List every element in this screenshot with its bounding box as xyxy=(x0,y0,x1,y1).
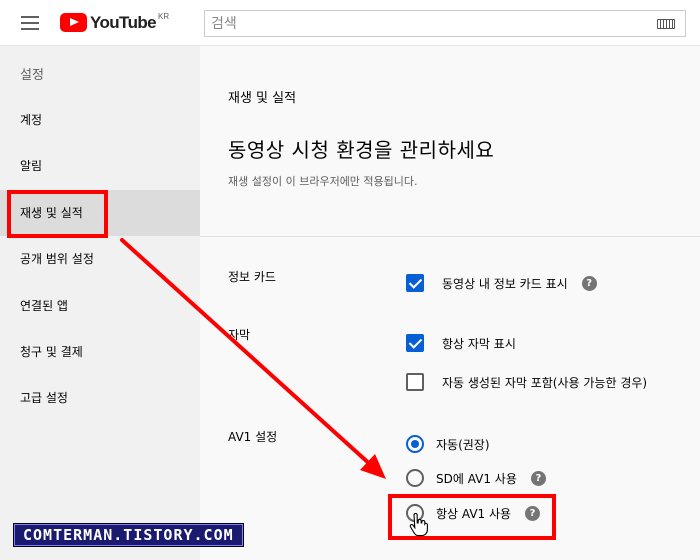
sidebar-item-advanced[interactable]: 고급 설정 xyxy=(0,375,200,421)
sidebar-item-privacy[interactable]: 공개 범위 설정 xyxy=(0,236,200,282)
search-input[interactable] xyxy=(205,11,645,36)
always-captions-checkbox[interactable] xyxy=(406,334,424,352)
divider xyxy=(200,236,700,237)
page-title: 동영상 시청 환경을 관리하세요 xyxy=(228,138,495,162)
keyboard-icon[interactable] xyxy=(657,19,675,29)
av1-always-label: 항상 AV1 사용 xyxy=(436,506,512,521)
help-icon[interactable]: ? xyxy=(581,275,597,291)
sidebar-item-billing[interactable]: 청구 및 결제 xyxy=(0,329,200,375)
always-captions-option[interactable]: 항상 자막 표시 xyxy=(406,333,516,353)
help-icon[interactable]: ? xyxy=(530,470,546,486)
auto-captions-checkbox[interactable] xyxy=(406,373,424,391)
hand-cursor-icon xyxy=(409,513,428,537)
always-captions-label: 항상 자막 표시 xyxy=(442,336,516,351)
settings-sidebar: 설정 계정 알림 재생 및 실적 공개 범위 설정 연결된 앱 청구 및 결제 … xyxy=(0,46,200,560)
info-cards-option[interactable]: 동영상 내 정보 카드 표시 ? xyxy=(406,273,597,293)
logo-text: YouTube xyxy=(90,13,157,32)
auto-captions-label: 자동 생성된 자막 포함(사용 가능한 경우) xyxy=(442,375,648,390)
info-cards-option-label: 동영상 내 정보 카드 표시 xyxy=(442,276,568,291)
av1-auto-option[interactable]: 자동(권장) xyxy=(406,434,490,454)
info-cards-label: 정보 카드 xyxy=(228,270,276,284)
av1-label: AV1 설정 xyxy=(228,430,278,444)
av1-auto-label: 자동(권장) xyxy=(436,437,490,452)
top-bar: YouTube KR xyxy=(0,0,700,46)
hamburger-menu-icon[interactable] xyxy=(21,16,39,30)
play-icon xyxy=(60,13,87,32)
sidebar-item-account[interactable]: 계정 xyxy=(0,97,200,143)
section-crumb: 재생 및 실적 xyxy=(228,91,297,106)
info-cards-checkbox[interactable] xyxy=(406,274,424,292)
captions-label: 자막 xyxy=(228,328,251,342)
search-box xyxy=(204,10,686,37)
sidebar-title: 설정 xyxy=(20,68,44,83)
av1-auto-radio[interactable] xyxy=(406,435,424,453)
av1-sd-radio[interactable] xyxy=(406,469,424,487)
page-subtitle: 재생 설정이 이 브라우저에만 적용됩니다. xyxy=(228,175,418,188)
av1-sd-label: SD에 AV1 사용 xyxy=(436,471,517,486)
av1-sd-option[interactable]: SD에 AV1 사용 ? xyxy=(406,468,546,488)
sidebar-item-notifications[interactable]: 알림 xyxy=(0,143,200,189)
settings-main: 재생 및 실적 동영상 시청 환경을 관리하세요 재생 설정이 이 브라우저에만… xyxy=(200,46,700,560)
sidebar-item-playback[interactable]: 재생 및 실적 xyxy=(0,190,200,236)
sidebar-item-connected-apps[interactable]: 연결된 앱 xyxy=(0,283,200,329)
help-icon[interactable]: ? xyxy=(525,505,541,521)
youtube-logo[interactable]: YouTube KR xyxy=(60,12,170,33)
auto-captions-option[interactable]: 자동 생성된 자막 포함(사용 가능한 경우) xyxy=(406,372,647,392)
watermark: COMTERMAN.TISTORY.COM xyxy=(14,524,243,546)
logo-region: KR xyxy=(158,12,170,21)
